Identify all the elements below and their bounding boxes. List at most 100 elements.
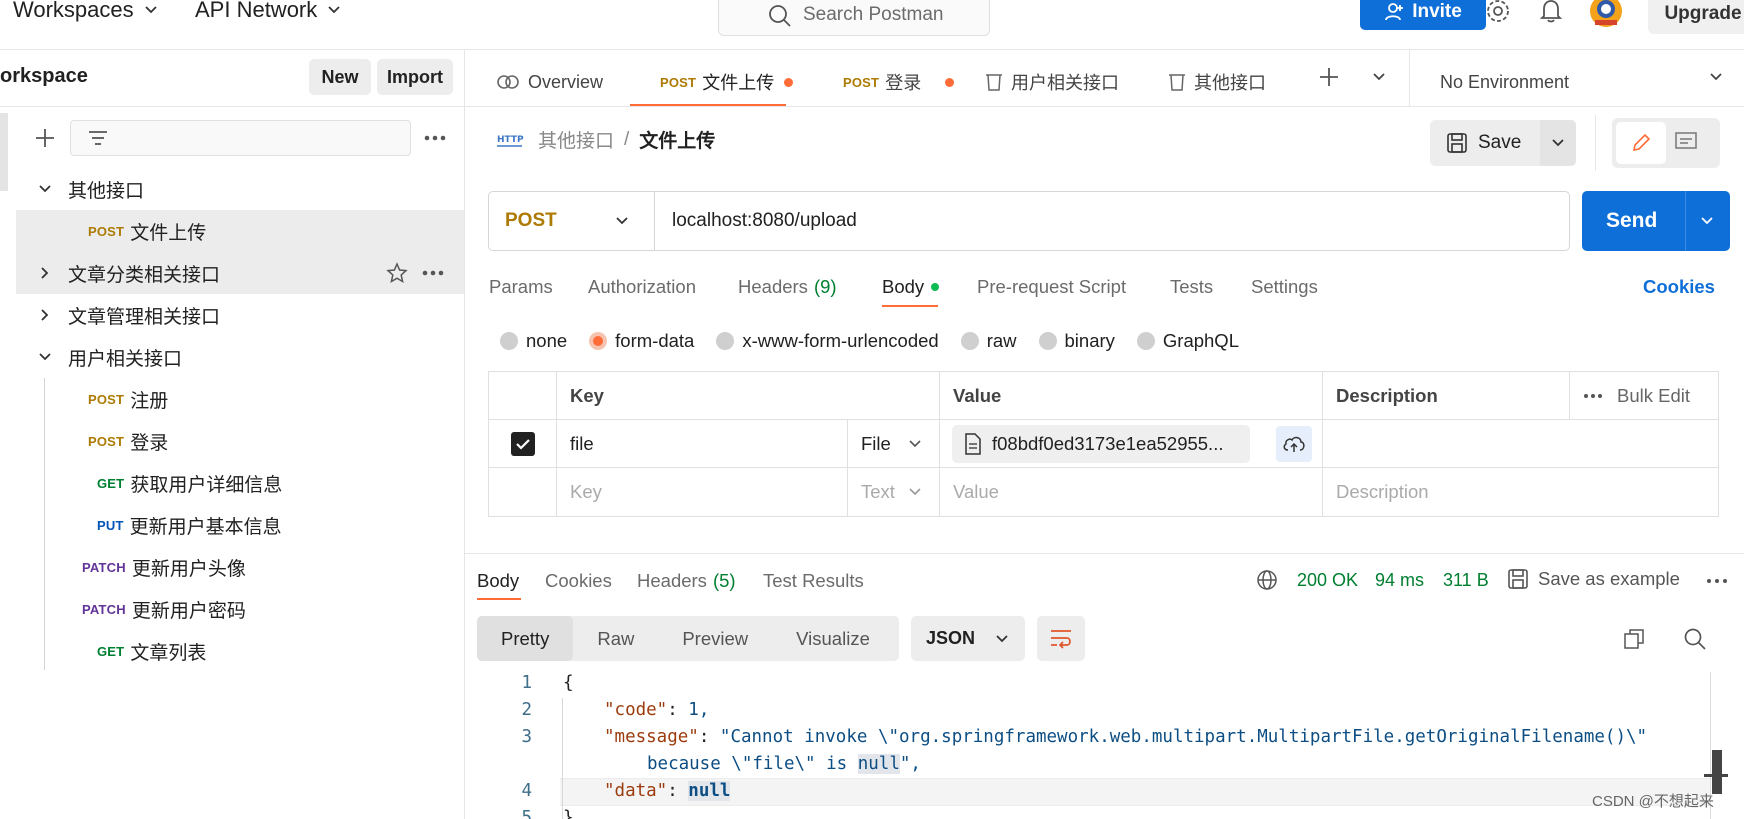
radio-urlencoded[interactable]: x-www-form-urlencoded (716, 330, 939, 352)
view-preview[interactable]: Preview (658, 616, 772, 661)
radio-binary[interactable]: binary (1038, 330, 1115, 352)
radio-label: binary (1064, 330, 1115, 351)
tree-request-register[interactable]: POST 注册 (16, 378, 464, 420)
tree-request-update-avatar[interactable]: PATCH 更新用户头像 (16, 546, 464, 588)
radio-label: x-www-form-urlencoded (742, 330, 939, 351)
file-chip[interactable]: f08bdf0ed3173e1ea52955... (952, 424, 1250, 463)
workspaces-menu[interactable]: Workspaces (13, 0, 158, 23)
wrap-lines-button[interactable] (1037, 616, 1085, 661)
tab-body[interactable]: Body (882, 276, 940, 298)
more-options-icon[interactable] (423, 128, 447, 148)
tabs-overflow-chevron-icon[interactable] (1372, 72, 1386, 82)
response-tab-headers[interactable]: Headers (5) (637, 570, 736, 592)
chevron-down-icon[interactable] (1700, 216, 1714, 226)
tree-folder-article-category[interactable]: 文章分类相关接口 (16, 252, 464, 294)
tab-label: Headers (738, 276, 808, 297)
tab-upload[interactable]: POST 文件上传 (660, 58, 794, 106)
tree-request-update-user-info[interactable]: PUT 更新用户基本信息 (16, 504, 464, 546)
tab-settings[interactable]: Settings (1251, 276, 1318, 298)
add-collection-icon[interactable] (34, 127, 56, 149)
import-label: Import (387, 66, 443, 87)
radio-graphql[interactable]: GraphQL (1136, 330, 1239, 352)
comment-icon[interactable] (1674, 131, 1698, 153)
breadcrumb-current[interactable]: 文件上传 (639, 126, 715, 153)
radio-raw[interactable]: raw (960, 330, 1017, 352)
bulk-edit-link[interactable]: Bulk Edit (1617, 385, 1690, 407)
chevron-down-icon (327, 5, 341, 15)
tab-authorization[interactable]: Authorization (588, 276, 696, 298)
more-options-icon[interactable] (1706, 576, 1728, 586)
tab-params[interactable]: Params (489, 276, 553, 298)
breadcrumb-parent[interactable]: 其他接口 (538, 126, 614, 153)
send-button[interactable]: Send (1582, 191, 1730, 251)
view-pretty[interactable]: Pretty (477, 616, 574, 661)
api-network-menu[interactable]: API Network (195, 0, 341, 23)
star-icon[interactable] (386, 262, 408, 284)
folder-icon (983, 71, 1005, 93)
response-size[interactable]: 311 B (1443, 570, 1489, 591)
new-value-field[interactable]: Value (940, 468, 1323, 516)
tree-folder-user[interactable]: 用户相关接口 (16, 336, 464, 378)
view-raw[interactable]: Raw (573, 616, 658, 661)
save-options-button[interactable] (1540, 120, 1576, 166)
tree-folder-other[interactable]: 其他接口 (16, 168, 464, 210)
tree-request-update-password[interactable]: PATCH 更新用户密码 (16, 588, 464, 630)
tab-overview[interactable]: Overview (496, 58, 603, 106)
import-button[interactable]: Import (377, 59, 453, 95)
notifications-bell-icon[interactable] (1539, 0, 1563, 24)
more-options-icon[interactable] (1583, 391, 1603, 401)
chevron-down-icon[interactable] (1709, 72, 1723, 82)
upload-cloud-button[interactable] (1276, 426, 1312, 462)
tree-request-article-list[interactable]: GET 文章列表 (16, 630, 464, 672)
environment-selector[interactable]: No Environment (1440, 58, 1569, 106)
current-line-highlight (560, 778, 1710, 806)
body-indicator-dot (931, 283, 940, 291)
row-key-field[interactable]: file (557, 420, 848, 468)
cookies-link[interactable]: Cookies (1643, 276, 1715, 298)
response-tab-test-results[interactable]: Test Results (763, 570, 864, 592)
settings-gear-icon[interactable] (1485, 0, 1511, 24)
copy-icon[interactable] (1623, 628, 1645, 650)
code-line: "code": 1, (604, 700, 710, 720)
new-type-select[interactable]: Text (848, 468, 940, 516)
upgrade-button[interactable]: Upgrade (1648, 0, 1744, 34)
avatar[interactable] (1589, 0, 1623, 28)
url-input[interactable]: localhost:8080/upload (655, 210, 857, 232)
response-tab-cookies[interactable]: Cookies (545, 570, 612, 592)
new-tab-plus-icon[interactable] (1318, 66, 1340, 88)
globe-icon[interactable] (1256, 569, 1278, 591)
tree-folder-article-management[interactable]: 文章管理相关接口 (16, 294, 464, 336)
filter-input[interactable] (70, 120, 411, 156)
tab-tests[interactable]: Tests (1170, 276, 1213, 298)
more-options-icon[interactable] (421, 263, 445, 283)
method-select[interactable]: POST (489, 192, 655, 250)
format-select[interactable]: JSON (911, 616, 1025, 661)
search-icon[interactable] (1683, 627, 1707, 651)
response-tab-body[interactable]: Body (477, 570, 519, 592)
search-input[interactable]: Search Postman (718, 0, 990, 36)
tab-headers[interactable]: Headers (9) (738, 276, 837, 298)
radio-none[interactable]: none (500, 330, 567, 352)
tab-login[interactable]: POST 登录 (843, 58, 955, 106)
tree-request-login[interactable]: POST 登录 (16, 420, 464, 462)
tab-user-folder[interactable]: 用户相关接口 (983, 58, 1119, 106)
row-type-select[interactable]: File (848, 420, 940, 468)
tree-request-upload[interactable]: POST 文件上传 (16, 210, 464, 252)
checkbox-checked[interactable] (510, 431, 535, 456)
new-key-field[interactable]: Key (557, 468, 848, 516)
tab-prerequest-script[interactable]: Pre-request Script (977, 276, 1126, 298)
invite-button[interactable]: Invite (1360, 0, 1486, 30)
tree-request-get-user-info[interactable]: GET 获取用户详细信息 (16, 462, 464, 504)
row-checkbox-cell (489, 468, 557, 516)
response-time[interactable]: 94 ms (1375, 570, 1424, 591)
tab-other-folder[interactable]: 其他接口 (1166, 58, 1266, 106)
edit-mode-button[interactable] (1616, 122, 1666, 164)
status-code[interactable]: 200 OK (1297, 570, 1358, 591)
scrollbar-thumb[interactable] (1712, 750, 1722, 794)
view-visualize[interactable]: Visualize (772, 616, 894, 661)
radio-form-data[interactable]: form-data (589, 330, 694, 352)
new-button[interactable]: New (309, 59, 371, 95)
new-description-field[interactable]: Description (1323, 468, 1718, 516)
save-as-example-button[interactable]: Save as example (1507, 568, 1680, 590)
row-description-field[interactable] (1323, 420, 1718, 468)
